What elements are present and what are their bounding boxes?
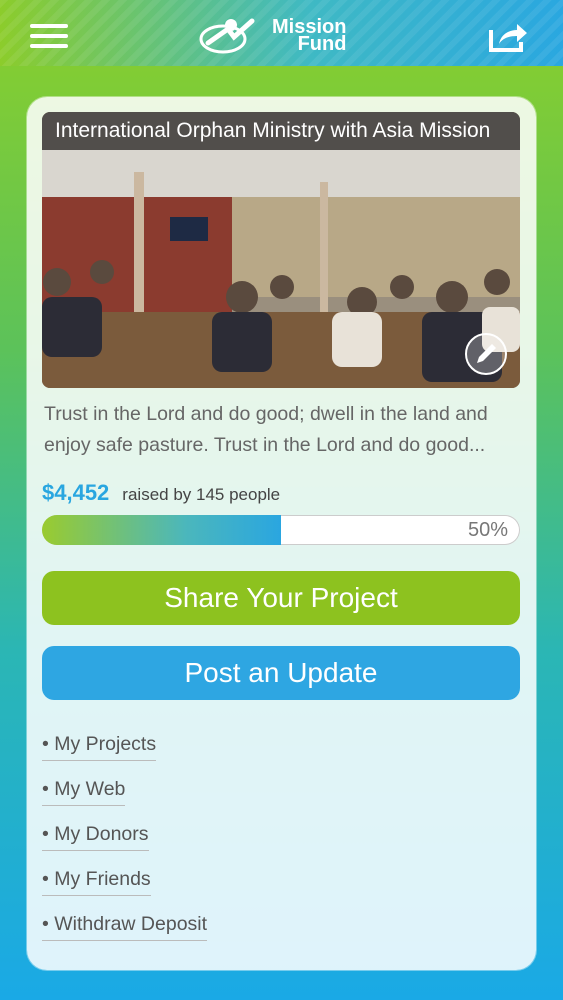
funding-progress-bar: 50% [42,515,520,545]
project-photo[interactable]: International Orphan Ministry with Asia … [42,112,520,388]
link-my-projects[interactable]: My Projects [42,733,157,761]
logo-emblem-icon [199,18,255,54]
progress-percent: 50% [467,519,508,541]
link-my-donors[interactable]: My Donors [42,823,149,851]
app-header: Mission Fund [0,0,563,66]
share-export-icon[interactable] [487,20,529,54]
raised-amount: $4,452 [42,480,110,505]
share-project-button[interactable]: Share Your Project [42,571,520,625]
account-links: My Projects My Web My Donors My Friends … [42,733,208,958]
link-my-friends[interactable]: My Friends [42,868,151,896]
link-my-web[interactable]: My Web [42,778,126,806]
edit-pencil-icon[interactable] [464,332,508,376]
post-update-button[interactable]: Post an Update [42,646,520,700]
audience-photo-illustration [42,112,520,388]
link-withdraw-deposit[interactable]: Withdraw Deposit [42,913,208,941]
funds-raised: $4,452 raised by 145 people [42,480,280,506]
raised-by-text: raised by 145 people [122,485,281,504]
logo-line-2: Fund [297,33,347,55]
mission-fund-logo: Mission Fund [198,14,378,58]
hamburger-menu-icon[interactable] [30,24,68,48]
project-card: International Orphan Ministry with Asia … [27,97,536,970]
project-description: Trust in the Lord and do good; dwell in … [44,403,488,456]
progress-fill [42,515,281,545]
logo-text: Mission Fund [272,17,347,55]
project-title: International Orphan Ministry with Asia … [42,112,520,150]
